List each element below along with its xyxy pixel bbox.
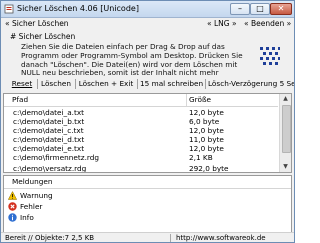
column-divider[interactable] bbox=[186, 94, 187, 106]
messages-title: Meldungen bbox=[12, 177, 53, 186]
delete-button[interactable]: Löschen bbox=[40, 77, 72, 90]
message-text: Info bbox=[20, 213, 34, 222]
message-item[interactable]: Info bbox=[8, 213, 128, 223]
status-summary: Bereit // Objekte:7 2,5 KB bbox=[5, 234, 95, 242]
menu-quit[interactable]: « Beenden » bbox=[244, 19, 291, 29]
title-bar[interactable]: Sicher Löschen 4.06 [Unicode] – □ ✕ bbox=[1, 1, 294, 18]
file-size: 2,1 KB bbox=[189, 153, 213, 162]
file-table-scrollbar[interactable]: ▲ ▼ bbox=[279, 94, 291, 172]
delete-delay-button[interactable]: Lösch-Verzögerung 5 Sek bbox=[208, 77, 294, 90]
minimize-button[interactable]: – bbox=[230, 3, 250, 15]
scroll-thumb[interactable] bbox=[282, 105, 291, 153]
write-times-button[interactable]: 15 mal schreiben bbox=[140, 77, 203, 90]
file-table[interactable]: Pfad Größe c:\demo\datei_a.txt 12,0 byte… bbox=[3, 93, 292, 173]
file-path: c:\demo\firmennetz.rdg bbox=[13, 153, 100, 162]
menu-bar: « Sicher Löschen « LNG » « Beenden » bbox=[1, 18, 294, 30]
message-text: Warnung bbox=[20, 191, 53, 200]
window-title: Sicher Löschen 4.06 [Unicode] bbox=[17, 4, 139, 13]
table-row[interactable]: c:\demo\versatz.rdg 292,0 byte bbox=[4, 164, 278, 173]
error-icon bbox=[8, 202, 17, 211]
toolbar: Reset Löschen Löschen + Exit 15 mal schr… bbox=[7, 77, 294, 91]
toolbar-divider bbox=[137, 79, 138, 89]
dot-grid-logo-icon bbox=[260, 47, 280, 65]
warning-icon bbox=[8, 191, 17, 200]
info-icon bbox=[8, 213, 17, 222]
status-bar: Bereit // Objekte:7 2,5 KB http://www.so… bbox=[1, 232, 294, 242]
toolbar-divider bbox=[205, 79, 206, 89]
file-size: 292,0 byte bbox=[189, 164, 229, 173]
section-label: # Sicher Löschen bbox=[10, 32, 76, 41]
messages-panel: Meldungen Warnung Fehler Info bbox=[3, 175, 292, 233]
maximize-button[interactable]: □ bbox=[250, 3, 270, 15]
intro-text: Ziehen Sie die Dateien einfach per Drag … bbox=[21, 42, 243, 78]
app-window: Sicher Löschen 4.06 [Unicode] – □ ✕ « Si… bbox=[0, 0, 295, 243]
scroll-up-arrow-icon[interactable]: ▲ bbox=[280, 94, 291, 104]
message-item[interactable]: Warnung bbox=[8, 191, 128, 201]
messages-header: Meldungen bbox=[4, 176, 291, 189]
menu-sicher-loeschen[interactable]: « Sicher Löschen bbox=[5, 19, 69, 29]
column-header-size[interactable]: Größe bbox=[189, 95, 211, 105]
website-link[interactable]: http://www.softwareok.de bbox=[176, 233, 266, 242]
app-icon bbox=[4, 4, 14, 14]
file-table-header: Pfad Größe bbox=[4, 94, 278, 107]
reset-button[interactable]: Reset bbox=[9, 77, 35, 90]
menu-language[interactable]: « LNG » bbox=[207, 19, 237, 29]
toolbar-divider bbox=[37, 79, 38, 89]
message-text: Fehler bbox=[20, 202, 43, 211]
status-divider bbox=[170, 234, 171, 242]
column-header-path[interactable]: Pfad bbox=[12, 95, 28, 105]
delete-exit-button[interactable]: Löschen + Exit bbox=[78, 77, 134, 90]
toolbar-divider bbox=[75, 79, 76, 89]
table-row[interactable]: c:\demo\firmennetz.rdg 2,1 KB bbox=[4, 153, 278, 163]
message-item[interactable]: Fehler bbox=[8, 202, 128, 212]
close-button[interactable]: ✕ bbox=[270, 3, 292, 15]
file-path: c:\demo\versatz.rdg bbox=[13, 164, 87, 173]
scroll-down-arrow-icon[interactable]: ▼ bbox=[280, 162, 291, 172]
